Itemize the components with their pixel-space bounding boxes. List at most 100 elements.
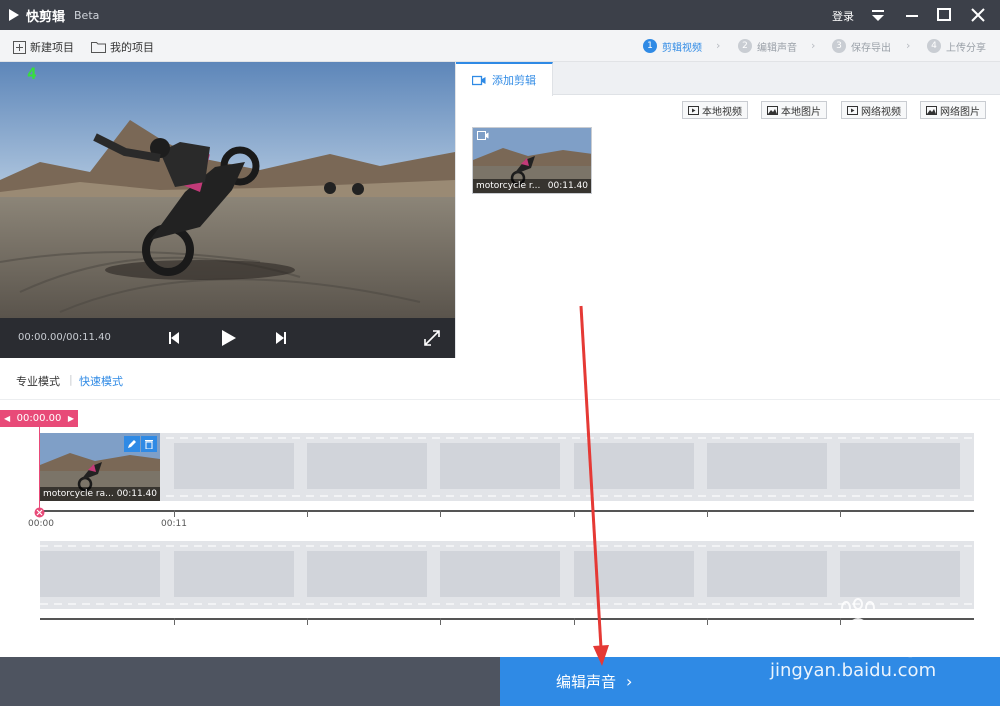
local-video-button[interactable]: 本地视频: [682, 101, 748, 119]
empty-frame: [440, 443, 560, 489]
source-label: 本地视频: [702, 106, 742, 118]
ruler-tick: [307, 618, 308, 625]
fullscreen-icon[interactable]: [422, 328, 442, 348]
next-step-label: 编辑声音: [556, 673, 617, 691]
step-number: 4: [927, 39, 941, 53]
overlay-number: 4: [27, 64, 37, 83]
image-file-icon: [767, 105, 778, 115]
video-file-icon: [688, 105, 699, 115]
trash-icon: [145, 440, 153, 449]
login-link[interactable]: 登录: [832, 8, 854, 24]
empty-frame: [840, 443, 960, 489]
step-label: 上传分享: [946, 42, 986, 54]
playhead-line: [39, 427, 40, 515]
empty-frame: [307, 551, 427, 597]
empty-frame: [174, 443, 294, 489]
previous-icon[interactable]: [164, 328, 184, 348]
playback-time: 00:00.00/00:11.40: [18, 332, 111, 343]
empty-frame: [574, 551, 694, 597]
step-number: 2: [738, 39, 752, 53]
ruler-tick: [440, 510, 441, 517]
step-label: 保存导出: [851, 42, 891, 54]
time-ruler: [40, 510, 974, 517]
beta-label: Beta: [74, 9, 100, 22]
ruler-tick: [707, 618, 708, 625]
step-save-export[interactable]: 3 保存导出: [832, 38, 891, 54]
playhead-handle[interactable]: ◀ 00:00.00 ▶: [0, 410, 78, 427]
new-project-button[interactable]: 新建项目: [13, 39, 74, 55]
watermark-url: jingyan.baidu.com: [770, 660, 937, 681]
media-panel: 添加剪辑 本地视频 本地图片 网络视频 网络图片 motorcycle r...…: [455, 62, 1000, 358]
video-preview[interactable]: [0, 62, 455, 318]
new-project-label: 新建项目: [30, 41, 74, 54]
menu-dropdown-icon[interactable]: [867, 5, 889, 25]
step-number: 1: [643, 39, 657, 53]
step-edit-video[interactable]: 1 剪辑视频: [643, 38, 702, 54]
ruler-tick: [574, 618, 575, 625]
my-projects-button[interactable]: 我的项目: [91, 39, 154, 55]
my-projects-label: 我的项目: [110, 41, 154, 54]
tab-add-clip[interactable]: 添加剪辑: [456, 62, 553, 96]
caret-left-icon: ◀: [4, 414, 11, 423]
video-track[interactable]: [40, 433, 974, 501]
step-upload-share[interactable]: 4 上传分享: [927, 38, 986, 54]
web-video-button[interactable]: 网络视频: [841, 101, 907, 119]
watermark-brand: Baidu经验: [768, 624, 935, 662]
next-icon[interactable]: [271, 328, 291, 348]
tab-label: 添加剪辑: [492, 74, 536, 87]
folder-icon: [91, 42, 106, 53]
clip-duration: 00:11.40: [547, 181, 588, 191]
close-icon[interactable]: [967, 5, 989, 25]
empty-frame: [840, 551, 960, 597]
panel-tabs: 添加剪辑: [456, 62, 1000, 96]
mode-switch: 专业模式 | 快速模式: [0, 358, 1000, 400]
empty-frame: [707, 443, 827, 489]
ruler-tick: [307, 510, 308, 517]
web-image-button[interactable]: 网络图片: [920, 101, 986, 119]
clip-name: motorcycle r...: [476, 181, 541, 191]
ruler-tick: [840, 510, 841, 517]
chevron-right-icon: ›: [906, 39, 911, 52]
toolbar: 新建项目 我的项目 1 剪辑视频 › 2 编辑声音 › 3 保存导出 › 4 上…: [0, 30, 1000, 62]
baidu-watermark: Baidu经验 jingyan.baidu.com: [768, 598, 998, 688]
play-icon[interactable]: [218, 328, 238, 348]
edit-clip-button[interactable]: [124, 436, 140, 452]
ruler-label: 00:11: [161, 519, 187, 529]
maximize-icon[interactable]: [933, 5, 955, 25]
empty-frame: [174, 551, 294, 597]
pro-mode-tab[interactable]: 专业模式: [16, 373, 60, 389]
timeline-clip-name: motorcycle ra...: [43, 489, 114, 499]
chevron-right-icon: ›: [716, 39, 721, 52]
pencil-icon: [128, 440, 136, 448]
source-label: 网络视频: [861, 106, 901, 118]
step-number: 3: [832, 39, 846, 53]
step-edit-audio[interactable]: 2 编辑声音: [738, 38, 797, 54]
image-file-icon: [926, 105, 937, 115]
chevron-right-icon: ›: [811, 39, 816, 52]
timeline-clip-caption: motorcycle ra... 00:11.40: [40, 487, 160, 501]
empty-frame: [40, 551, 160, 597]
minimize-icon[interactable]: [901, 5, 923, 25]
caret-right-icon: ▶: [67, 414, 74, 423]
film-perforation: [40, 495, 974, 497]
scissors-icon[interactable]: [33, 507, 46, 518]
media-clip-thumbnail[interactable]: motorcycle r... 00:11.40: [472, 127, 592, 194]
timeline-clip[interactable]: motorcycle ra... 00:11.40: [40, 433, 160, 501]
app-name: 快剪辑: [26, 10, 66, 25]
delete-clip-button[interactable]: [141, 436, 157, 452]
video-camera-icon: [477, 131, 489, 140]
video-player: 4 00:00.00/00:11.40: [0, 62, 455, 358]
clip-caption: motorcycle r... 00:11.40: [473, 179, 591, 193]
quick-mode-tab[interactable]: 快速模式: [79, 373, 123, 389]
step-label: 编辑声音: [757, 42, 797, 54]
timeline-clip-duration: 00:11.40: [116, 489, 157, 499]
empty-frame: [574, 443, 694, 489]
video-file-icon: [847, 105, 858, 115]
ruler-tick: [574, 510, 575, 517]
empty-frame: [440, 551, 560, 597]
empty-frame: [707, 551, 827, 597]
mode-divider: |: [69, 373, 73, 386]
source-label: 网络图片: [940, 106, 980, 118]
ruler-label: 00:00: [28, 519, 54, 529]
local-image-button[interactable]: 本地图片: [761, 101, 827, 119]
